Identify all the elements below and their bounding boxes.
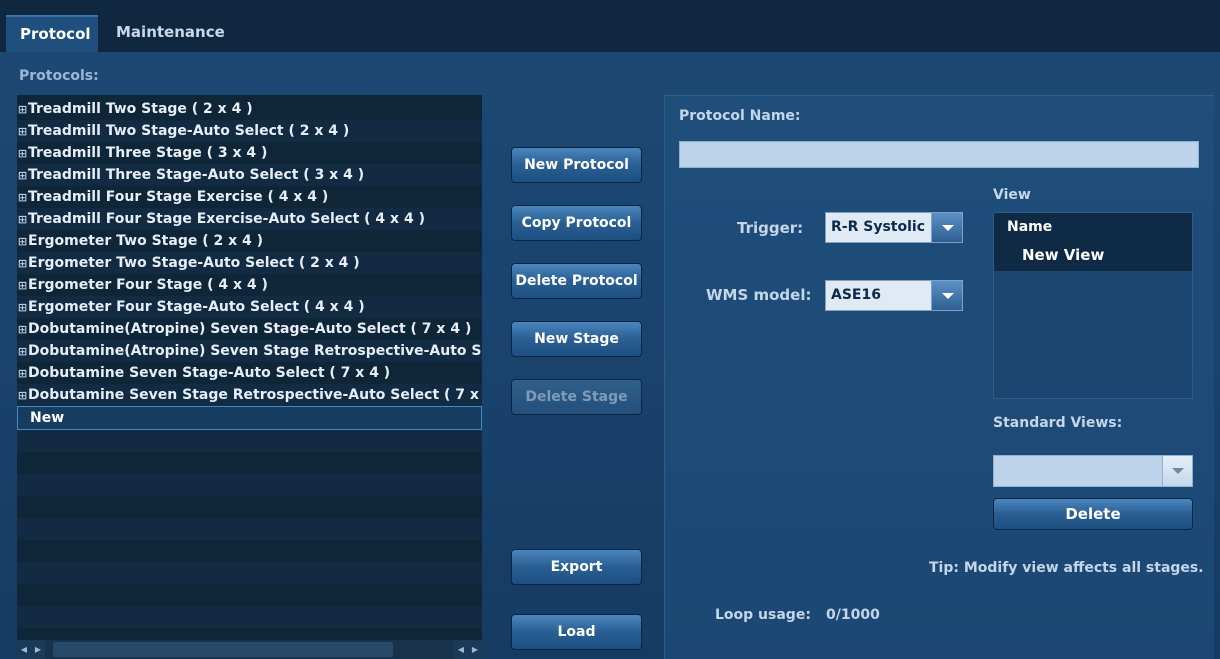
protocol-name-input[interactable] bbox=[679, 141, 1199, 168]
standard-views-select[interactable] bbox=[993, 455, 1193, 487]
protocol-list-item-label: Treadmill Two Stage-Auto Select ( 2 x 4 … bbox=[28, 123, 350, 139]
protocol-list-item[interactable]: ⊞Ergometer Two Stage ( 2 x 4 ) bbox=[17, 230, 482, 252]
protocol-list-item-label: Dobutamine(Atropine) Seven Stage Retrosp… bbox=[28, 343, 482, 359]
delete-protocol-button[interactable]: Delete Protocol bbox=[511, 263, 642, 299]
expand-icon[interactable]: ⊞ bbox=[17, 99, 28, 120]
protocol-list-item[interactable]: ⊞Treadmill Two Stage ( 2 x 4 ) bbox=[17, 98, 482, 120]
protocol-list-item-label: Ergometer Two Stage ( 2 x 4 ) bbox=[28, 233, 264, 249]
expand-icon[interactable]: ⊞ bbox=[17, 231, 28, 252]
protocol-list-item[interactable]: ⊞Dobutamine(Atropine) Seven Stage-Auto S… bbox=[17, 318, 482, 340]
view-list[interactable]: Name New View bbox=[993, 212, 1193, 399]
protocol-list-item-label: Dobutamine Seven Stage Retrospective-Aut… bbox=[28, 387, 479, 403]
protocol-list-item[interactable]: ⊞Ergometer Four Stage-Auto Select ( 4 x … bbox=[17, 296, 482, 318]
expand-icon[interactable]: ⊞ bbox=[17, 187, 28, 208]
export-button[interactable]: Export bbox=[511, 549, 642, 585]
chevron-down-icon[interactable] bbox=[931, 281, 962, 310]
scroll-left-icon[interactable]: ◀ bbox=[17, 640, 31, 659]
protocol-list-empty-row bbox=[17, 496, 482, 518]
expand-icon[interactable]: ⊞ bbox=[17, 319, 28, 340]
protocol-list-item-label: Treadmill Two Stage ( 2 x 4 ) bbox=[28, 101, 253, 117]
scroll-right-end-icon[interactable]: ▶ bbox=[468, 640, 482, 659]
loop-usage-label: Loop usage: bbox=[715, 607, 811, 623]
protocol-list-item-label: Dobutamine Seven Stage-Auto Select ( 7 x… bbox=[28, 365, 391, 381]
trigger-select[interactable]: R-R Systolic bbox=[825, 212, 963, 243]
expand-icon[interactable]: ⊞ bbox=[17, 209, 28, 230]
protocol-list-item-selected[interactable]: New bbox=[17, 406, 482, 430]
view-list-item[interactable]: New View bbox=[994, 241, 1192, 271]
protocol-list-item[interactable]: ⊞Dobutamine Seven Stage-Auto Select ( 7 … bbox=[17, 362, 482, 384]
protocol-list-item-label: Ergometer Two Stage-Auto Select ( 2 x 4 … bbox=[28, 255, 360, 271]
scroll-right-icon[interactable]: ▶ bbox=[31, 640, 45, 659]
protocol-list-item-label: Dobutamine(Atropine) Seven Stage-Auto Se… bbox=[28, 321, 472, 337]
load-button[interactable]: Load bbox=[511, 614, 642, 650]
protocol-list-item[interactable]: ⊞Treadmill Four Stage Exercise ( 4 x 4 ) bbox=[17, 186, 482, 208]
protocol-list[interactable]: ⊞Treadmill Two Stage ( 2 x 4 ) ⊞Treadmill… bbox=[17, 95, 482, 659]
protocol-list-empty-row bbox=[17, 584, 482, 606]
expand-icon[interactable]: ⊞ bbox=[17, 275, 28, 296]
expand-icon[interactable]: ⊞ bbox=[17, 143, 28, 164]
protocol-list-item-label: Treadmill Three Stage-Auto Select ( 3 x … bbox=[28, 167, 365, 183]
protocol-list-empty-row bbox=[17, 562, 482, 584]
expand-icon[interactable]: ⊞ bbox=[17, 253, 28, 274]
protocol-list-empty-row bbox=[17, 606, 482, 628]
copy-protocol-button[interactable]: Copy Protocol bbox=[511, 205, 642, 241]
protocols-label: Protocols: bbox=[19, 68, 99, 84]
protocol-list-item-label: Treadmill Four Stage Exercise ( 4 x 4 ) bbox=[28, 189, 329, 205]
protocol-list-item-label: Treadmill Four Stage Exercise-Auto Selec… bbox=[28, 211, 425, 227]
protocol-list-item[interactable]: ⊞Treadmill Three Stage-Auto Select ( 3 x… bbox=[17, 164, 482, 186]
wms-model-label: WMS model: bbox=[706, 286, 812, 304]
protocol-list-item-label: Ergometer Four Stage-Auto Select ( 4 x 4… bbox=[28, 299, 365, 315]
standard-views-label: Standard Views: bbox=[993, 415, 1123, 431]
protocol-list-empty-row bbox=[17, 452, 482, 474]
scroll-left-end-icon[interactable]: ◀ bbox=[454, 640, 468, 659]
wms-model-select[interactable]: ASE16 bbox=[825, 280, 963, 311]
wms-model-value: ASE16 bbox=[831, 287, 881, 303]
protocol-list-empty-row bbox=[17, 518, 482, 540]
delete-view-button[interactable]: Delete bbox=[993, 498, 1193, 530]
expand-icon[interactable]: ⊞ bbox=[17, 363, 28, 384]
expand-icon[interactable]: ⊞ bbox=[17, 165, 28, 186]
protocol-list-item[interactable]: ⊞Ergometer Four Stage ( 4 x 4 ) bbox=[17, 274, 482, 296]
new-stage-button[interactable]: New Stage bbox=[511, 321, 642, 357]
tip-text: Tip: Modify view affects all stages. bbox=[929, 560, 1204, 576]
loop-usage-value: 0/1000 bbox=[826, 607, 880, 623]
horizontal-scrollbar[interactable]: ◀ ▶ ◀ ▶ bbox=[17, 640, 482, 659]
protocol-list-item[interactable]: ⊞Treadmill Four Stage Exercise-Auto Sele… bbox=[17, 208, 482, 230]
expand-icon[interactable]: ⊞ bbox=[17, 341, 28, 362]
protocol-list-item[interactable]: ⊞Ergometer Two Stage-Auto Select ( 2 x 4… bbox=[17, 252, 482, 274]
protocol-list-item[interactable]: ⊞Treadmill Two Stage-Auto Select ( 2 x 4… bbox=[17, 120, 482, 142]
trigger-value: R-R Systolic bbox=[831, 219, 925, 235]
protocol-list-empty-row bbox=[17, 474, 482, 496]
protocol-list-empty-row bbox=[17, 430, 482, 452]
scrollbar-thumb[interactable] bbox=[53, 642, 393, 657]
new-protocol-button[interactable]: New Protocol bbox=[511, 147, 642, 183]
tab-protocol[interactable]: Protocol bbox=[6, 15, 98, 52]
protocol-list-item[interactable]: ⊞Dobutamine(Atropine) Seven Stage Retros… bbox=[17, 340, 482, 362]
protocol-list-item-label: Treadmill Three Stage ( 3 x 4 ) bbox=[28, 145, 268, 161]
protocol-name-label: Protocol Name: bbox=[679, 108, 801, 124]
protocol-list-item[interactable]: ⊞Treadmill Three Stage ( 3 x 4 ) bbox=[17, 142, 482, 164]
chevron-down-icon[interactable] bbox=[1162, 456, 1192, 486]
view-column-header: Name bbox=[994, 213, 1192, 241]
expand-icon[interactable]: ⊞ bbox=[17, 385, 28, 406]
expand-icon[interactable]: ⊞ bbox=[17, 121, 28, 142]
tab-maintenance[interactable]: Maintenance bbox=[102, 15, 239, 52]
protocol-list-item-label: Ergometer Four Stage ( 4 x 4 ) bbox=[28, 277, 268, 293]
tab-bar: Protocol Maintenance bbox=[0, 0, 1220, 52]
protocol-list-item[interactable]: ⊞Dobutamine Seven Stage Retrospective-Au… bbox=[17, 384, 482, 406]
expand-icon[interactable]: ⊞ bbox=[17, 297, 28, 318]
protocol-list-empty-row bbox=[17, 540, 482, 562]
chevron-down-icon[interactable] bbox=[931, 213, 962, 242]
delete-stage-button[interactable]: Delete Stage bbox=[511, 379, 642, 415]
trigger-label: Trigger: bbox=[737, 219, 804, 237]
view-label: View bbox=[993, 187, 1031, 203]
